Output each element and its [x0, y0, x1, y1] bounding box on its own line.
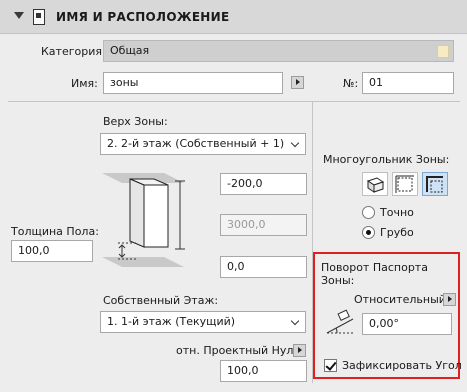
polygon-option-rough-label: Грубо: [380, 226, 414, 239]
polygon-label: Многоугольник Зоны:: [323, 153, 450, 166]
polygon-inner-edge-tool-button[interactable]: [422, 172, 448, 196]
top-offset-input[interactable]: -200,0: [220, 173, 307, 195]
polygon-option-exact-label: Точно: [380, 206, 414, 219]
rotation-angle-input[interactable]: 0,00°: [362, 313, 452, 335]
section-title: ИМЯ И РАСПОЛОЖЕНИЕ: [56, 10, 230, 24]
name-input[interactable]: зоны: [103, 72, 283, 94]
number-label: №:: [343, 77, 359, 90]
stamp-rotation-title: Поворот Паспорта Зоны:: [321, 261, 428, 287]
top-zone-select[interactable]: 2. 2-й этаж (Собственный + 1): [100, 133, 306, 155]
fix-angle-checkbox[interactable]: [324, 359, 337, 372]
polygon-net-tool-button[interactable]: [392, 172, 418, 196]
chevron-down-icon: [290, 316, 300, 326]
category-label: Категория:: [41, 45, 106, 58]
name-options-button[interactable]: [291, 76, 304, 89]
home-story-value: 1. 1-й этаж (Текущий): [107, 315, 236, 328]
reference-level-button[interactable]: [293, 344, 306, 357]
rotation-mode-button[interactable]: [443, 293, 456, 306]
polygon-option-exact-radio[interactable]: [362, 206, 375, 219]
floor-thickness-input[interactable]: 100,0: [11, 240, 93, 262]
name-label: Имя:: [71, 77, 98, 90]
zone-settings-icon: [33, 9, 45, 25]
section-header[interactable]: ИМЯ И РАСПОЛОЖЕНИЕ: [0, 0, 467, 34]
box-front-face: [143, 184, 169, 248]
home-story-label: Собственный Этаж:: [103, 294, 219, 307]
reference-level-input[interactable]: 100,0: [220, 360, 307, 382]
number-input[interactable]: 01: [362, 72, 454, 94]
separator: [8, 101, 460, 102]
category-value: Общая: [110, 44, 150, 57]
reference-level-label: отн. Проектный Нуль: [176, 344, 300, 357]
category-color-swatch: [437, 45, 449, 58]
polygon-gross-tool-button[interactable]: [362, 172, 388, 196]
top-zone-value: 2. 2-й этаж (Собственный + 1): [107, 137, 285, 150]
polygon-3d-icon: [366, 177, 385, 193]
polygon-option-rough-radio[interactable]: [362, 226, 375, 239]
floor-thickness-label: Толщина Пола:: [11, 225, 99, 238]
bottom-offset-input[interactable]: 0,0: [220, 256, 307, 278]
rotation-angle-icon: [326, 309, 354, 334]
rotation-mode-value: Относительный: [354, 293, 446, 306]
fix-angle-label: Зафиксировать Угол: [342, 359, 462, 372]
box-side-face: [129, 178, 145, 248]
chevron-down-icon: [290, 138, 300, 148]
zone-height-input: 3000,0: [220, 214, 307, 236]
zone-height-diagram: [102, 173, 185, 267]
bottom-slab-shape: [102, 257, 184, 267]
category-select[interactable]: Общая: [103, 40, 454, 62]
inner-edge-icon: [426, 176, 443, 193]
collapse-arrow-icon[interactable]: [14, 12, 24, 19]
top-zone-label: Верх Зоны:: [103, 115, 168, 128]
outer-edge-icon: [395, 175, 414, 193]
home-story-select[interactable]: 1. 1-й этаж (Текущий): [100, 311, 306, 333]
